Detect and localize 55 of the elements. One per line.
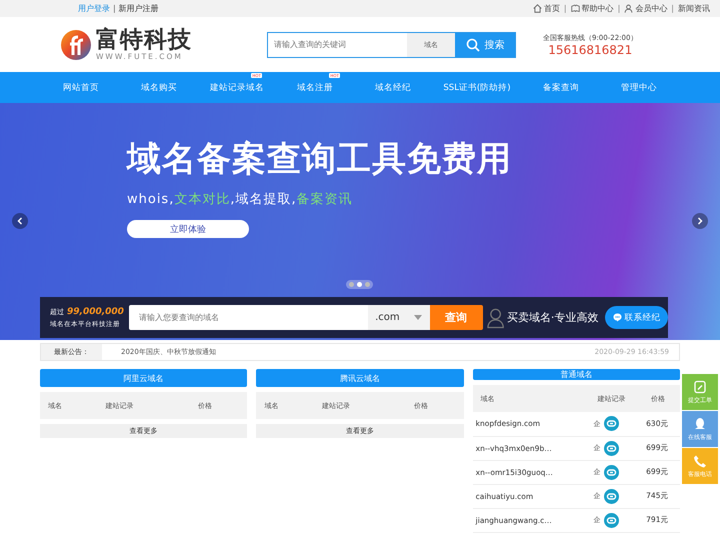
top-link[interactable]: 新闻资讯 (678, 3, 710, 14)
nav-link[interactable]: 域名购买 (141, 82, 177, 94)
chat-icon (612, 313, 622, 322)
separator: | (618, 4, 620, 13)
separator: | (113, 4, 116, 13)
panel-title: 阿里云域名 (40, 369, 248, 387)
suffix-value: .com (375, 312, 400, 323)
phone-icon (693, 454, 707, 468)
top-link[interactable]: 首页 (532, 3, 560, 14)
nav-link[interactable]: 域名经纪 (375, 82, 411, 94)
next-button[interactable] (692, 213, 708, 229)
search-button[interactable]: 搜索 (455, 32, 515, 56)
slide-dot[interactable] (349, 282, 354, 287)
slide-dot[interactable] (357, 282, 362, 287)
nav-link[interactable]: 备案查询 (543, 82, 579, 94)
suffix-select[interactable]: .com (368, 305, 430, 330)
user-icon (624, 4, 634, 13)
nav-link[interactable]: 建站记录域名 (210, 82, 264, 94)
previous-button[interactable] (12, 213, 28, 229)
panel-title: 普通域名 (472, 369, 680, 380)
logo-icon (60, 28, 92, 60)
link-icon (604, 512, 620, 528)
hotline-number: 15616816821 (548, 42, 632, 56)
penguin-icon (693, 416, 707, 430)
nav-link[interactable]: 域名注册 (297, 82, 333, 94)
domain-input[interactable]: 请输入您要查询的域名 (129, 305, 368, 330)
try-now-button[interactable]: 立即体验 (127, 220, 249, 238)
person-icon (486, 306, 504, 328)
nav-link[interactable]: 管理中心 (621, 82, 657, 94)
link-icon (604, 440, 620, 456)
book-icon (570, 4, 580, 13)
login-link[interactable]: 用户登录 (78, 3, 110, 14)
separator: | (671, 4, 674, 13)
link-icon (604, 416, 620, 432)
search-icon (466, 38, 480, 52)
top-link[interactable]: 帮助中心 (570, 3, 614, 14)
register-link[interactable]: 新用户注册 (118, 3, 159, 14)
clipboard-icon (693, 380, 707, 394)
separator: | (564, 4, 567, 13)
nav-link[interactable]: SSL证书(防劫持) (443, 82, 511, 94)
top-link[interactable]: 会员中心 (624, 3, 668, 14)
house-icon (532, 4, 542, 13)
chevron-left-icon (16, 217, 24, 225)
nav-link[interactable]: 网站首页 (63, 82, 99, 94)
panel-title: 腾讯云域名 (256, 369, 464, 387)
contact-broker-button[interactable]: 联系经纪 (605, 306, 668, 329)
banner-subline: whois,文本对比,域名提取,备案资讯 (127, 191, 354, 208)
chevron-right-icon (696, 217, 704, 225)
banner-headline: 域名备案查询工具免费用 (127, 140, 512, 178)
logo-name: 富特科技 (96, 28, 192, 52)
link-icon (604, 464, 620, 480)
link-icon (604, 488, 620, 504)
slide-dot[interactable] (365, 282, 370, 287)
caret-icon (414, 315, 422, 320)
slogan: 买卖域名·专业高效 (506, 310, 598, 325)
